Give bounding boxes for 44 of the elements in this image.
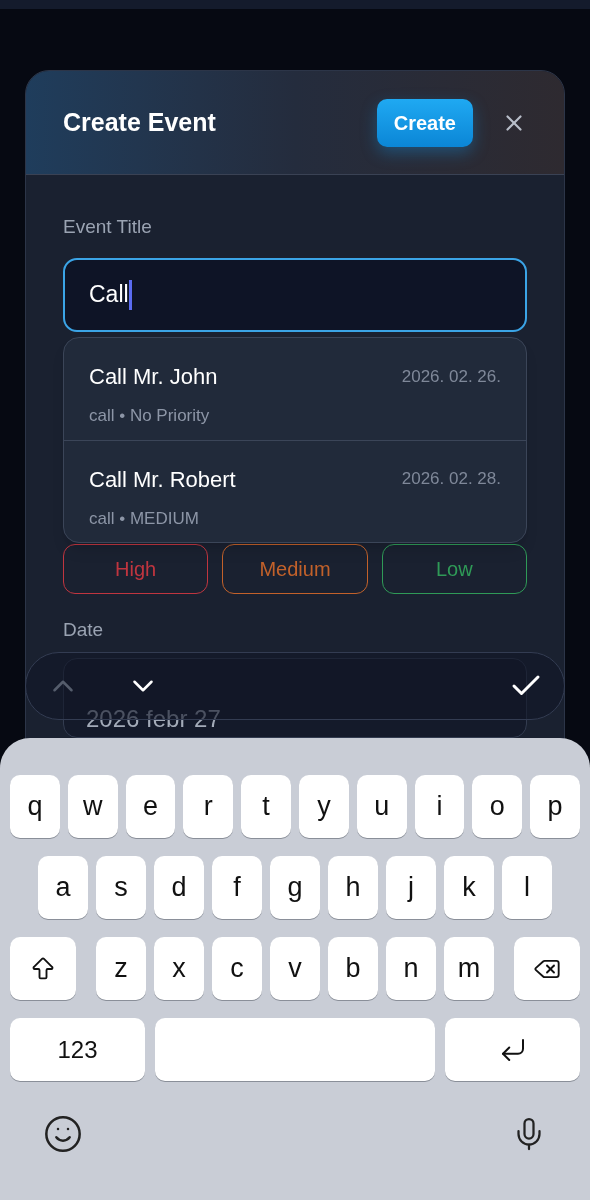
keyboard-key[interactable]: r [183,775,234,838]
event-title-field[interactable]: Call [63,257,527,332]
keyboard-key[interactable]: o [472,775,523,838]
shift-key[interactable] [10,937,76,1000]
backspace-key[interactable] [514,937,580,1000]
field-label: Date [63,617,105,642]
keyboard-key[interactable]: x [154,937,204,1000]
suggestion-title: Call Mr. Robert [89,465,237,494]
suggestion-meta: call • MEDIUM [89,507,200,530]
keyboard-key[interactable]: v [270,937,320,1000]
suggestion-date: 2026. 02. 28. [401,468,501,491]
keyboard-key[interactable]: s [96,856,146,919]
keyboard-key[interactable]: u [356,775,407,838]
keyboard-key[interactable]: e [125,775,176,838]
keyboard-key[interactable]: g [270,856,320,919]
keyboard-key[interactable]: w [67,775,118,838]
emoji-icon[interactable] [43,1114,83,1154]
keyboard-key[interactable]: j [386,856,436,919]
keyboard-key[interactable]: h [328,856,378,919]
keyboard-key[interactable]: p [530,775,580,838]
keyboard-key[interactable]: z [96,937,146,1000]
suggestion-item[interactable]: Call Mr. Robert 2026. 02. 28. call • MEDIUM [64,439,526,542]
field-value: Call [89,280,129,310]
keyboard-key[interactable]: f [212,856,262,919]
keyboard-key[interactable]: q [10,775,60,838]
keyboard-key[interactable]: t [241,775,291,838]
keyboard-key[interactable]: y [299,775,349,838]
keyboard-key[interactable]: c [212,937,262,1000]
keyboard-key[interactable]: i [414,775,465,838]
text-cursor [128,279,132,310]
keyboard-key[interactable]: n [386,937,436,1000]
keyboard-key[interactable]: d [154,856,204,919]
suggestion-date: 2026. 02. 26. [401,365,501,388]
suggestion-item[interactable]: Call Mr. John 2026. 02. 26. call • No Priority [64,338,526,440]
keyboard-key[interactable]: k [444,856,494,919]
keyboard-key[interactable]: a [38,856,88,919]
numbers-key[interactable]: 123 [10,1018,145,1081]
dialog-title: Create Event [63,106,217,138]
suggestion-title: Call Mr. John [89,363,219,391]
suggestion-meta: call • No Priority [89,405,211,427]
keyboard-key[interactable]: b [328,937,378,1000]
keyboard-key[interactable]: l [502,856,552,919]
keyboard-key[interactable]: m [444,937,494,1000]
field-label: Event Title [63,215,153,239]
